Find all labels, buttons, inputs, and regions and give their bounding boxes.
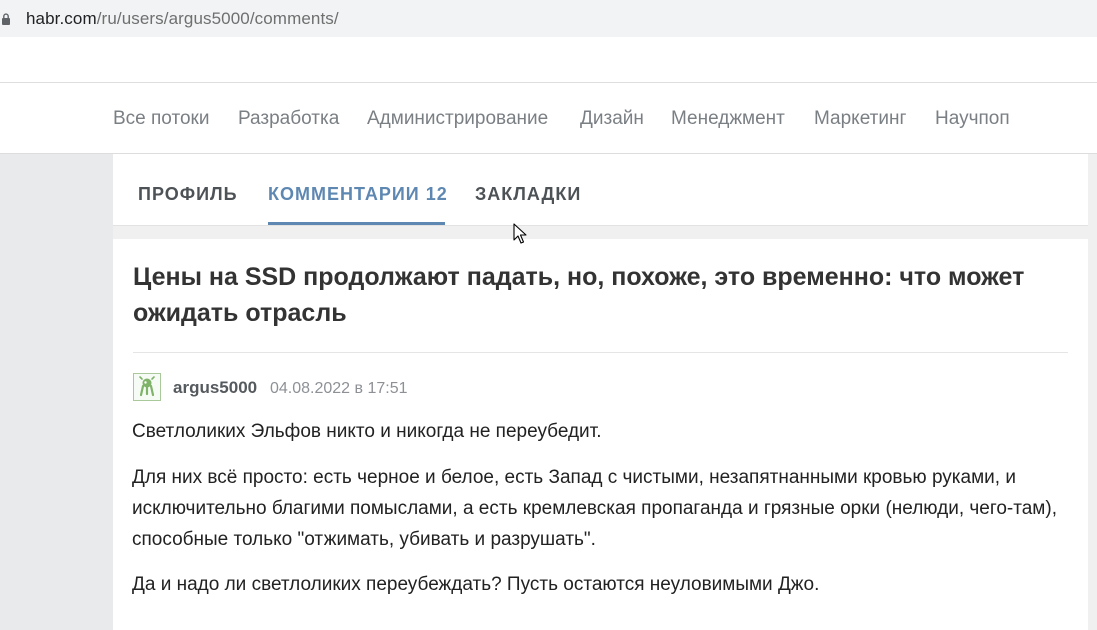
hub-link-all[interactable]: Все потоки [113,108,209,130]
tab-comments[interactable]: КОММЕНТАРИИ 12 [268,184,448,205]
url-text[interactable]: habr.com/ru/users/argus5000/comments/ [26,9,339,29]
hub-link-administration[interactable]: Администрирование [367,108,548,130]
comment-paragraph-2: Для них всё просто: есть черное и белое,… [132,467,1057,550]
hub-link-development[interactable]: Разработка [238,108,339,130]
browser-address-bar[interactable]: habr.com/ru/users/argus5000/comments/ [0,0,1097,37]
left-gutter [0,154,113,630]
comment-card: Цены на SSD продолжают падать, но, похож… [113,239,1088,630]
tab-bookmarks[interactable]: ЗАКЛАДКИ [475,184,581,205]
hub-link-marketing[interactable]: Маркетинг [814,108,906,130]
avatar-glyph [139,376,155,397]
comment-paragraph-1: Светлоликих Эльфов никто и никогда не пе… [132,421,602,442]
site-header-bar [0,37,1097,83]
comment-paragraph-3: Да и надо ли светлоликих переубеждать? П… [132,574,820,595]
mouse-cursor-icon [513,223,527,244]
divider [133,352,1068,353]
url-host: habr.com [26,9,97,28]
robot-avatar-icon[interactable] [133,373,161,401]
comment-date[interactable]: 04.08.2022 в 17:51 [270,380,408,398]
hub-link-management[interactable]: Менеджмент [671,108,785,130]
hub-link-popsci[interactable]: Научпоп [935,108,1010,130]
hubs-navigation: Все потоки Разработка Администрирование … [0,83,1097,154]
post-title-link[interactable]: Цены на SSD продолжают падать, но, похож… [133,259,1033,331]
lock-icon [2,13,10,25]
active-tab-indicator [268,222,445,225]
profile-tabs: ПРОФИЛЬ КОММЕНТАРИИ 12 ЗАКЛАДКИ [113,154,1088,226]
hub-link-design[interactable]: Дизайн [580,108,644,130]
url-path: /ru/users/argus5000/comments/ [96,9,339,28]
tab-profile[interactable]: ПРОФИЛЬ [138,184,238,205]
comment-author[interactable]: argus5000 [173,378,257,398]
